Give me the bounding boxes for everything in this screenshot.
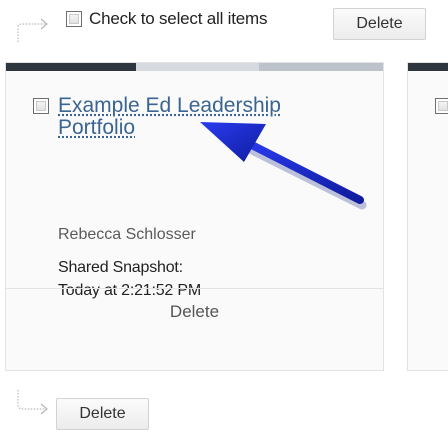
card-delete-link[interactable]: Delete	[6, 302, 383, 322]
portfolio-card-partial	[407, 62, 448, 371]
card-select-checkbox[interactable]	[33, 98, 49, 114]
snapshot-label: Shared Snapshot:	[58, 259, 183, 276]
select-all-checkbox[interactable]	[66, 11, 82, 27]
card-divider	[6, 288, 383, 289]
portfolio-author: Rebecca Schlosser	[58, 226, 196, 243]
annotation-arrow-icon	[180, 110, 370, 220]
snapshot-time: Today at 2:21:52 PM	[58, 282, 201, 299]
card-header-bar	[6, 63, 383, 71]
delete-button-top[interactable]: Delete	[333, 8, 426, 40]
card-header-bar-fill	[6, 63, 136, 71]
card-select-checkbox-partial[interactable]	[435, 98, 448, 114]
card-header-bar-accent	[259, 63, 383, 71]
portfolio-snapshot-info: Shared Snapshot: Today at 2:21:52 PM	[58, 256, 201, 302]
card-header-bar-partial	[408, 63, 448, 71]
select-all-label: Check to select all items	[89, 9, 268, 28]
select-all-arrow-icon	[16, 14, 52, 44]
delete-button-bottom[interactable]: Delete	[56, 398, 149, 430]
bottom-arrow-icon	[16, 390, 52, 420]
